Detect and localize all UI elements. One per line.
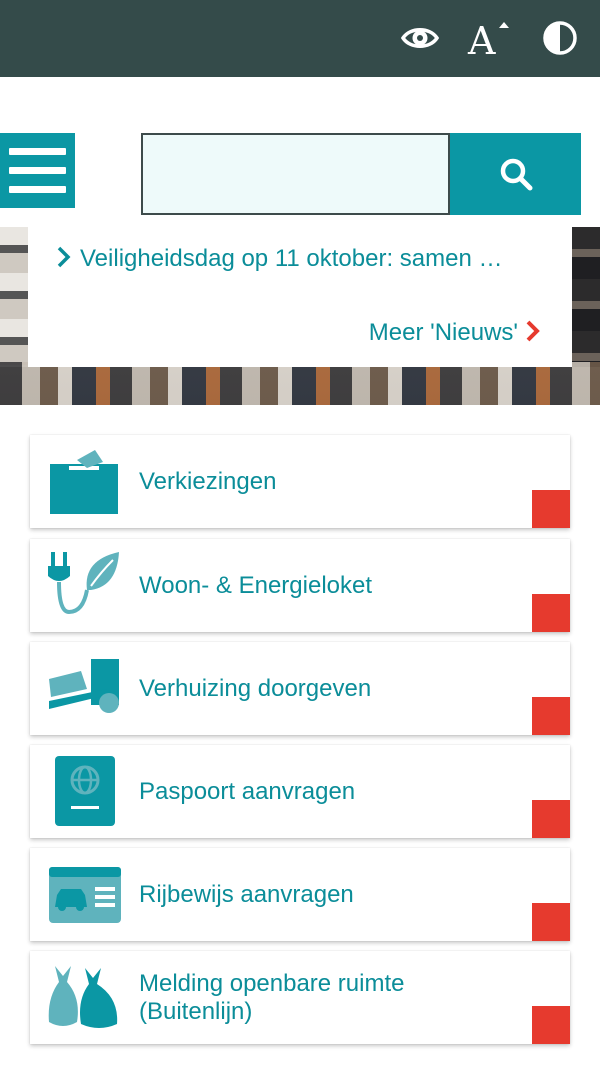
- menu-button[interactable]: [0, 133, 75, 208]
- tile-label: Verhuizing doorgeven: [139, 674, 372, 702]
- tile-label: Verkiezingen: [139, 467, 277, 495]
- svg-text:A: A: [467, 19, 496, 58]
- contrast-icon[interactable]: [540, 18, 580, 58]
- search-icon: [500, 158, 533, 191]
- tile-corner-marker: [532, 594, 570, 632]
- tile-corner-marker: [532, 800, 570, 838]
- moving-truck-icon: [49, 659, 119, 713]
- font-size-icon[interactable]: A: [466, 18, 509, 63]
- news-item-title: Veiligheidsdag op 11 oktober: samen …: [80, 245, 503, 272]
- tile-rijbewijs-aanvragen[interactable]: Rijbewijs aanvragen: [30, 848, 570, 941]
- tile-corner-marker: [532, 903, 570, 941]
- news-panel: Veiligheidsdag op 11 oktober: samen … Me…: [28, 227, 572, 367]
- accessibility-toolbar: A: [0, 0, 600, 77]
- tile-melding-openbare-ruimte[interactable]: Melding openbare ruimte (Buitenlijn): [30, 951, 570, 1044]
- chevron-right-icon: [526, 320, 540, 342]
- tile-label: Melding openbare ruimte (Buitenlijn): [139, 969, 405, 1025]
- search-button[interactable]: [450, 133, 581, 215]
- drivers-license-icon: [49, 867, 121, 923]
- chevron-right-icon: [57, 246, 71, 268]
- passport-icon: [55, 756, 115, 826]
- hamburger-line: [9, 148, 66, 155]
- tile-verhuizing-doorgeven[interactable]: Verhuizing doorgeven: [30, 642, 570, 735]
- hamburger-line: [9, 167, 66, 174]
- more-news-label: Meer 'Nieuws': [368, 319, 518, 346]
- search-input[interactable]: [141, 133, 450, 215]
- tile-verkiezingen[interactable]: Verkiezingen: [30, 435, 570, 528]
- tile-corner-marker: [532, 1006, 570, 1044]
- tile-label: Woon- & Energieloket: [139, 571, 373, 599]
- tile-corner-marker: [532, 697, 570, 735]
- hamburger-line: [9, 186, 66, 193]
- ballot-box-icon: [50, 450, 118, 514]
- tile-woon-energieloket[interactable]: Woon- & Energieloket: [30, 539, 570, 632]
- tile-corner-marker: [532, 490, 570, 528]
- eye-icon[interactable]: [400, 18, 440, 58]
- tile-label: Paspoort aanvragen: [139, 777, 356, 805]
- more-news-link[interactable]: Meer 'Nieuws': [369, 317, 542, 349]
- news-item-link[interactable]: Veiligheidsdag op 11 oktober: samen …: [52, 243, 557, 275]
- plug-leaf-icon: [48, 552, 119, 615]
- tile-paspoort-aanvragen[interactable]: Paspoort aanvragen: [30, 745, 570, 838]
- garbage-bags-icon: [48, 966, 118, 1028]
- tile-label: Rijbewijs aanvragen: [139, 880, 354, 908]
